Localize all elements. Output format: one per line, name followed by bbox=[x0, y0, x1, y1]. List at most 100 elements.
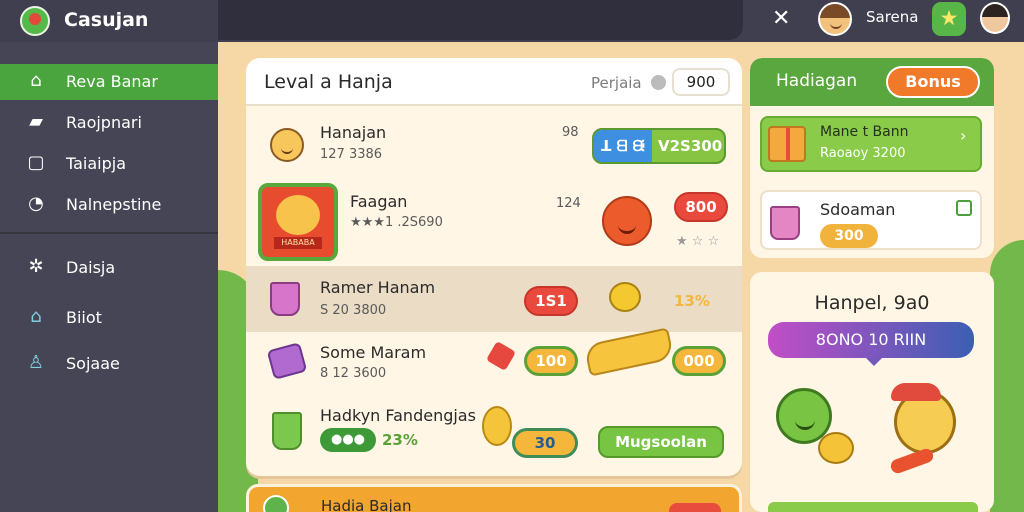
sidebar-item-label: Raojpnari bbox=[66, 113, 142, 132]
row-sub: 8 12 3600 bbox=[320, 366, 387, 381]
sidebar-item-taiaipja[interactable]: ▢ Taiaipja bbox=[0, 146, 218, 182]
sidebar: ⌂ Reva Banar ▰ Raojpnari ▢ Taiaipja ◔ Na… bbox=[0, 42, 218, 512]
sidebar-item-sojaae[interactable]: ♙ Sojaae bbox=[0, 346, 218, 382]
bottom-red-chip[interactable] bbox=[669, 503, 721, 512]
bottom-row-label: Hadia Bajan bbox=[321, 497, 412, 512]
row-action-button-icon: ꓕ ᗺ ᙠ bbox=[594, 130, 652, 162]
row-count: 124 bbox=[556, 196, 581, 211]
row-name: Ramer Hanam bbox=[320, 278, 436, 297]
shop-item-price[interactable]: 300 bbox=[820, 224, 878, 248]
close-icon[interactable]: ✕ bbox=[772, 6, 790, 31]
row-name: Faagan bbox=[350, 192, 408, 211]
row-red-button[interactable]: 800 bbox=[674, 192, 728, 222]
gift-icon bbox=[768, 126, 806, 162]
user-name: Sarena bbox=[866, 8, 919, 26]
points-value: 900 bbox=[672, 68, 730, 96]
sidebar-item-label: Nalnepstine bbox=[66, 195, 162, 214]
gift-item[interactable]: Mane t Bann Raoaoy 3200 › bbox=[760, 116, 982, 172]
promo-title: Hanpel, 9a0 bbox=[814, 292, 930, 314]
row-percent: 23% bbox=[382, 431, 418, 449]
sidebar-item-label: Sojaae bbox=[66, 354, 120, 373]
row-orange-pill[interactable]: 100 bbox=[524, 346, 578, 376]
friend-avatar[interactable] bbox=[980, 2, 1010, 34]
sidebar-divider bbox=[0, 232, 218, 234]
top-bar-center bbox=[218, 0, 743, 40]
promo-card: Hanpel, 9a0 8ONO 10 RIIN bbox=[750, 272, 994, 512]
rating-stars: ★ ☆ ☆ bbox=[676, 234, 720, 249]
page-title: Leval a Hanja bbox=[264, 71, 393, 93]
sidebar-item-label: Daisja bbox=[66, 258, 116, 277]
clock-icon: ◔ bbox=[28, 193, 44, 214]
chevron-right-icon: › bbox=[960, 126, 967, 145]
reward-card-header: Hadiagan Bonus bbox=[750, 58, 994, 106]
character-face-icon bbox=[270, 128, 304, 162]
reward-card: Hadiagan Bonus Mane t Bann Raoaoy 3200 ›… bbox=[750, 58, 994, 258]
sidebar-item-reva-banar[interactable]: ⌂ Reva Banar bbox=[0, 64, 218, 100]
row-count: 98 bbox=[562, 125, 579, 140]
info-icon[interactable] bbox=[651, 75, 666, 90]
shop-item-name: Sdoaman bbox=[820, 200, 896, 219]
settings-icon: ✲ bbox=[28, 256, 44, 277]
top-bar: Casujan ✕ Sarena ★ bbox=[0, 0, 1024, 42]
main-panel: Leval a Hanja Perjaia 900 Hanajan 127 33… bbox=[246, 58, 742, 476]
chick-mascot-icon bbox=[818, 432, 854, 464]
banana-icon bbox=[583, 327, 675, 377]
window-icon: ▢ bbox=[27, 152, 45, 173]
green-cup-icon bbox=[272, 412, 302, 450]
row-action-button-label: V2S300 bbox=[658, 137, 723, 155]
promo-banner[interactable]: 8ONO 10 RIIN bbox=[768, 322, 974, 366]
row-sub: S 20 3800 bbox=[320, 303, 387, 318]
phone-icon bbox=[266, 342, 308, 380]
person-icon: ♙ bbox=[27, 352, 45, 373]
sidebar-item-label: Taiaipja bbox=[66, 154, 127, 173]
row-sub: 127 3386 bbox=[320, 147, 383, 162]
row-name: Some Maram bbox=[320, 343, 427, 362]
shoe-icon bbox=[485, 340, 517, 372]
sidebar-item-label: Biiot bbox=[66, 308, 102, 327]
row-orange-pill-2[interactable]: 000 bbox=[672, 346, 726, 376]
row-percent: 13% bbox=[674, 292, 710, 310]
gift-name: Mane t Bann bbox=[820, 124, 909, 140]
app-logo-icon bbox=[20, 6, 50, 36]
sidebar-item-raojpnari[interactable]: ▰ Raojpnari bbox=[0, 105, 218, 141]
main-header: Leval a Hanja Perjaia 900 bbox=[246, 58, 742, 106]
row-pill[interactable]: 30 bbox=[512, 428, 578, 458]
row-sub: ★★★1 .2S690 bbox=[350, 215, 443, 230]
table-row-highlighted[interactable] bbox=[246, 266, 742, 332]
sidebar-item-biiot[interactable]: ⌂ Biiot bbox=[0, 300, 218, 336]
points-label: Perjaia bbox=[591, 74, 642, 92]
gold-figure-icon bbox=[482, 406, 512, 446]
sidebar-item-daisja[interactable]: ✲ Daisja bbox=[0, 250, 218, 286]
green-circle-icon bbox=[263, 495, 289, 512]
row-name: Hadkyn Fandengjas bbox=[320, 406, 476, 425]
row-name: Hanajan bbox=[320, 123, 387, 142]
gift-sub: Raoaoy 3200 bbox=[820, 146, 906, 161]
checkbox-icon[interactable] bbox=[956, 200, 972, 216]
sidebar-item-nalnepstine[interactable]: ◔ Nalnepstine bbox=[0, 187, 218, 223]
character-tile-label: HABABA bbox=[274, 237, 322, 249]
character-tile[interactable]: HABABA bbox=[258, 183, 338, 261]
background-hill-right bbox=[990, 240, 1024, 512]
apple-mascot-icon bbox=[602, 196, 652, 246]
drink-cup-icon bbox=[770, 206, 800, 240]
shop-icon: ⌂ bbox=[30, 306, 42, 327]
star-badge-icon[interactable]: ★ bbox=[932, 2, 966, 36]
home-icon: ⌂ bbox=[30, 70, 42, 91]
promo-bottom-bar bbox=[768, 502, 978, 512]
dog-mascot-icon bbox=[891, 383, 956, 454]
sidebar-item-label: Reva Banar bbox=[66, 72, 158, 91]
row-red-pill[interactable]: 1S1 bbox=[524, 286, 578, 316]
progress-dots: ●●● bbox=[320, 428, 376, 452]
cup-icon bbox=[270, 282, 300, 316]
shop-item[interactable]: Sdoaman 300 bbox=[760, 190, 982, 250]
row-green-button[interactable]: Mugsoolan bbox=[598, 426, 724, 458]
bonus-button[interactable]: Bonus bbox=[886, 66, 980, 98]
reward-card-title: Hadiagan bbox=[776, 71, 858, 91]
chat-icon: ▰ bbox=[29, 111, 43, 132]
bottom-row[interactable]: Hadia Bajan bbox=[246, 484, 742, 512]
duck-icon bbox=[609, 282, 641, 312]
row-action-button[interactable]: ꓕ ᗺ ᙠ V2S300 bbox=[592, 128, 726, 164]
character-blob-icon bbox=[276, 195, 320, 235]
app-title: Casujan bbox=[64, 9, 149, 31]
user-avatar[interactable] bbox=[818, 2, 852, 36]
